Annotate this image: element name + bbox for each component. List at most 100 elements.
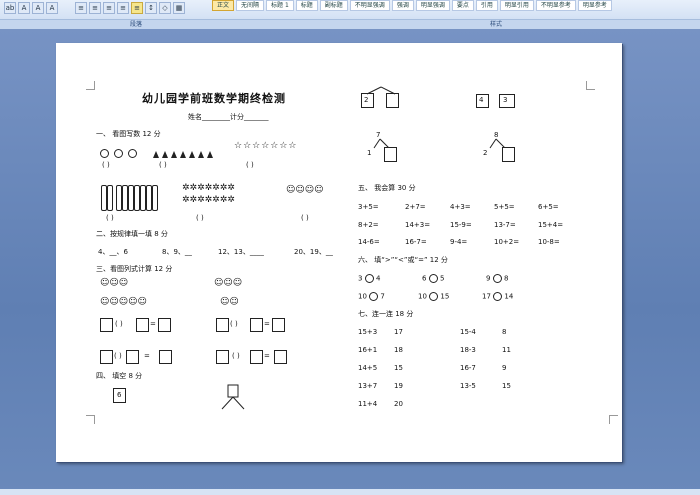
calc-item: 2+7= [405, 203, 426, 211]
style-item[interactable]: 正文 [212, 0, 235, 11]
tree-box: 2 [361, 93, 374, 108]
answer-box[interactable] [100, 350, 113, 364]
highlight-icon[interactable]: ab [4, 2, 16, 14]
crop-mark [86, 415, 95, 424]
answer-box[interactable] [216, 318, 229, 332]
compare-left: 3 [358, 274, 363, 283]
char-shading-icon[interactable]: A [32, 2, 44, 14]
answer-box[interactable] [100, 318, 113, 332]
answer-box[interactable] [272, 318, 285, 332]
operator-slot: ( ) [115, 320, 123, 328]
borders-icon[interactable]: ▦ [173, 2, 185, 14]
compare-circle[interactable] [429, 292, 439, 301]
circles-group [100, 143, 138, 162]
compare-right: 14 [504, 292, 514, 301]
tree-branches [366, 86, 396, 95]
answer-box[interactable] [250, 318, 263, 332]
match-expr: 14+5 [358, 364, 378, 372]
match-value: 8 [502, 328, 507, 336]
style-item[interactable]: 标题 1 [266, 0, 294, 11]
sequence-item: 4、__、6 [98, 248, 128, 256]
answer-paren: ( ) [106, 214, 114, 222]
compare-item: 17 14 [482, 292, 513, 302]
smileys-row: ☺☺☺☺☺ [100, 297, 147, 307]
compare-circle[interactable] [364, 274, 374, 283]
number-tree [221, 384, 245, 410]
justify-icon[interactable]: ≡ [117, 2, 129, 14]
calc-item: 4+3= [450, 203, 471, 211]
match-value: 15 [502, 382, 511, 390]
style-item[interactable]: 明显强调 [415, 0, 450, 11]
tree-box[interactable] [386, 93, 399, 108]
style-item[interactable]: 副标题 [319, 0, 348, 11]
style-item[interactable]: 不明显参考 [535, 0, 576, 11]
calc-item: 5+5= [494, 203, 515, 211]
compare-circle[interactable] [492, 274, 502, 283]
line-spacing-icon[interactable]: ↕ [145, 2, 157, 14]
equals-sign: = [150, 320, 156, 328]
shading-icon[interactable]: ◇ [159, 2, 171, 14]
tree-box[interactable] [384, 147, 397, 162]
equals-sign: = [264, 320, 270, 328]
compare-right: 4 [375, 274, 381, 283]
styles-gallery: 正文 无间隔 标题 1 标题 副标题 不明显强调 强调 明显强调 要点 引用 明… [212, 0, 612, 11]
align-right-icon[interactable]: ≡ [103, 2, 115, 14]
style-item[interactable]: 引用 [475, 0, 498, 11]
flowers-group: ✲✲✲✲✲✲✲ ✲✲✲✲✲✲✲ [182, 183, 235, 205]
compare-circle[interactable] [369, 292, 379, 301]
calc-item: 16-7= [405, 238, 427, 246]
match-expr: 15-4 [460, 328, 476, 336]
answer-box[interactable] [158, 318, 171, 332]
compare-circle[interactable] [493, 292, 503, 301]
style-item[interactable]: 标题 [295, 0, 318, 11]
match-value: 15 [394, 364, 403, 372]
section-1-heading: 一、 看图写数 12 分 [96, 130, 161, 138]
section-5-heading: 五、 我会算 30 分 [358, 184, 416, 192]
document-page[interactable]: 幼儿园学前班数学期终检测 姓名________计分_______ 一、 看图写数… [56, 43, 622, 462]
style-item[interactable]: 明显引用 [499, 0, 534, 11]
compare-right: 8 [503, 274, 509, 283]
align-left-icon[interactable]: ≡ [75, 2, 87, 14]
tree-value: 3 [503, 96, 508, 104]
align-center-icon[interactable]: ≡ [89, 2, 101, 14]
operator-slot: ( ) [232, 352, 240, 360]
distributed-icon[interactable]: ≡ [131, 2, 143, 14]
match-expr: 16+1 [358, 346, 378, 354]
font-color-icon[interactable]: A [18, 2, 30, 14]
compare-item: 10 15 [418, 292, 449, 302]
style-item[interactable]: 明显参考 [577, 0, 612, 11]
compare-circle[interactable] [428, 274, 438, 283]
match-value: 20 [394, 400, 403, 408]
tree-box[interactable] [502, 147, 515, 162]
smileys-row: ☺☺☺ [100, 278, 129, 288]
calc-item: 6+5= [538, 203, 559, 211]
answer-box[interactable] [136, 318, 149, 332]
font-toolbar: ab A A A [4, 2, 58, 14]
compare-right: 15 [440, 292, 450, 301]
tree-left-number: 1 [367, 149, 372, 157]
calc-item: 10-8= [538, 238, 560, 246]
stars-group: ☆☆☆☆☆☆☆ [234, 141, 298, 151]
style-item[interactable]: 不明显强调 [349, 0, 390, 11]
tree-value: 4 [479, 96, 484, 104]
calc-item: 14+3= [405, 221, 431, 229]
match-value: 17 [394, 328, 403, 336]
answer-box[interactable] [126, 350, 139, 364]
status-bar [0, 489, 700, 495]
char-border-icon[interactable]: A [46, 2, 58, 14]
compare-left: 9 [486, 274, 491, 283]
ribbon-group-labels: 段落 样式 [0, 19, 700, 29]
compare-left: 10 [418, 292, 427, 301]
sequence-item: 8、9、__ [162, 248, 192, 256]
answer-box[interactable] [274, 350, 287, 364]
calc-item: 13-7= [494, 221, 516, 229]
answer-box[interactable] [250, 350, 263, 364]
answer-box[interactable] [159, 350, 172, 364]
compare-item: 10 7 [358, 292, 385, 302]
style-item[interactable]: 无间隔 [236, 0, 265, 11]
calc-item: 9-4= [450, 238, 468, 246]
sequence-item: 20、19、__ [294, 248, 333, 256]
style-item[interactable]: 要点 [451, 0, 474, 11]
answer-box[interactable] [216, 350, 229, 364]
style-item[interactable]: 强调 [391, 0, 414, 11]
